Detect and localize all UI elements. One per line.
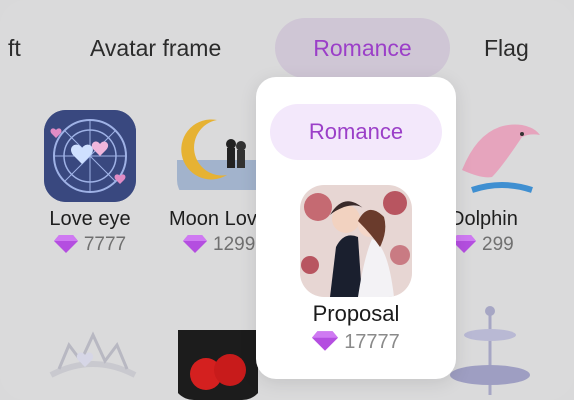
popover-price-value: 17777 xyxy=(344,331,400,353)
diamond-icon xyxy=(53,235,78,253)
diamond-icon xyxy=(183,235,207,253)
proposal-image[interactable] xyxy=(300,185,412,297)
love-eye-image xyxy=(44,110,136,202)
gift-item-love-eye[interactable]: Love eye 7777 xyxy=(25,110,155,260)
tiara-image[interactable] xyxy=(45,325,141,385)
tab-flag[interactable]: Flag xyxy=(484,18,529,78)
gift-price-value: 7777 xyxy=(83,234,127,255)
popover-item-price: 17777 xyxy=(256,331,456,354)
gift-name: Dolphin xyxy=(450,208,518,230)
popover-item-name: Proposal xyxy=(312,301,400,326)
gift-panel: ft Avatar frame Romance Flag Love eye 77… xyxy=(0,0,574,400)
gift-name: Love eye xyxy=(49,208,131,230)
gift-price-value: 299 xyxy=(482,234,514,255)
dolphin-image xyxy=(452,110,544,202)
tab-romance[interactable]: Romance xyxy=(275,18,450,78)
gift-price-value: 1299 xyxy=(213,234,256,255)
tab-avatar-frame[interactable]: Avatar frame xyxy=(90,18,221,78)
gift-preview-popover: Romance Proposal 17777 xyxy=(256,77,456,379)
roses-box-image[interactable] xyxy=(172,320,264,400)
diamond-icon xyxy=(312,331,339,351)
tab-gift[interactable]: ft xyxy=(8,18,21,78)
gift-price: 299 xyxy=(452,234,574,256)
popover-category-label: Romance xyxy=(270,104,442,160)
gift-price: 7777 xyxy=(25,234,155,256)
category-tabs: ft Avatar frame Romance Flag xyxy=(0,18,574,78)
